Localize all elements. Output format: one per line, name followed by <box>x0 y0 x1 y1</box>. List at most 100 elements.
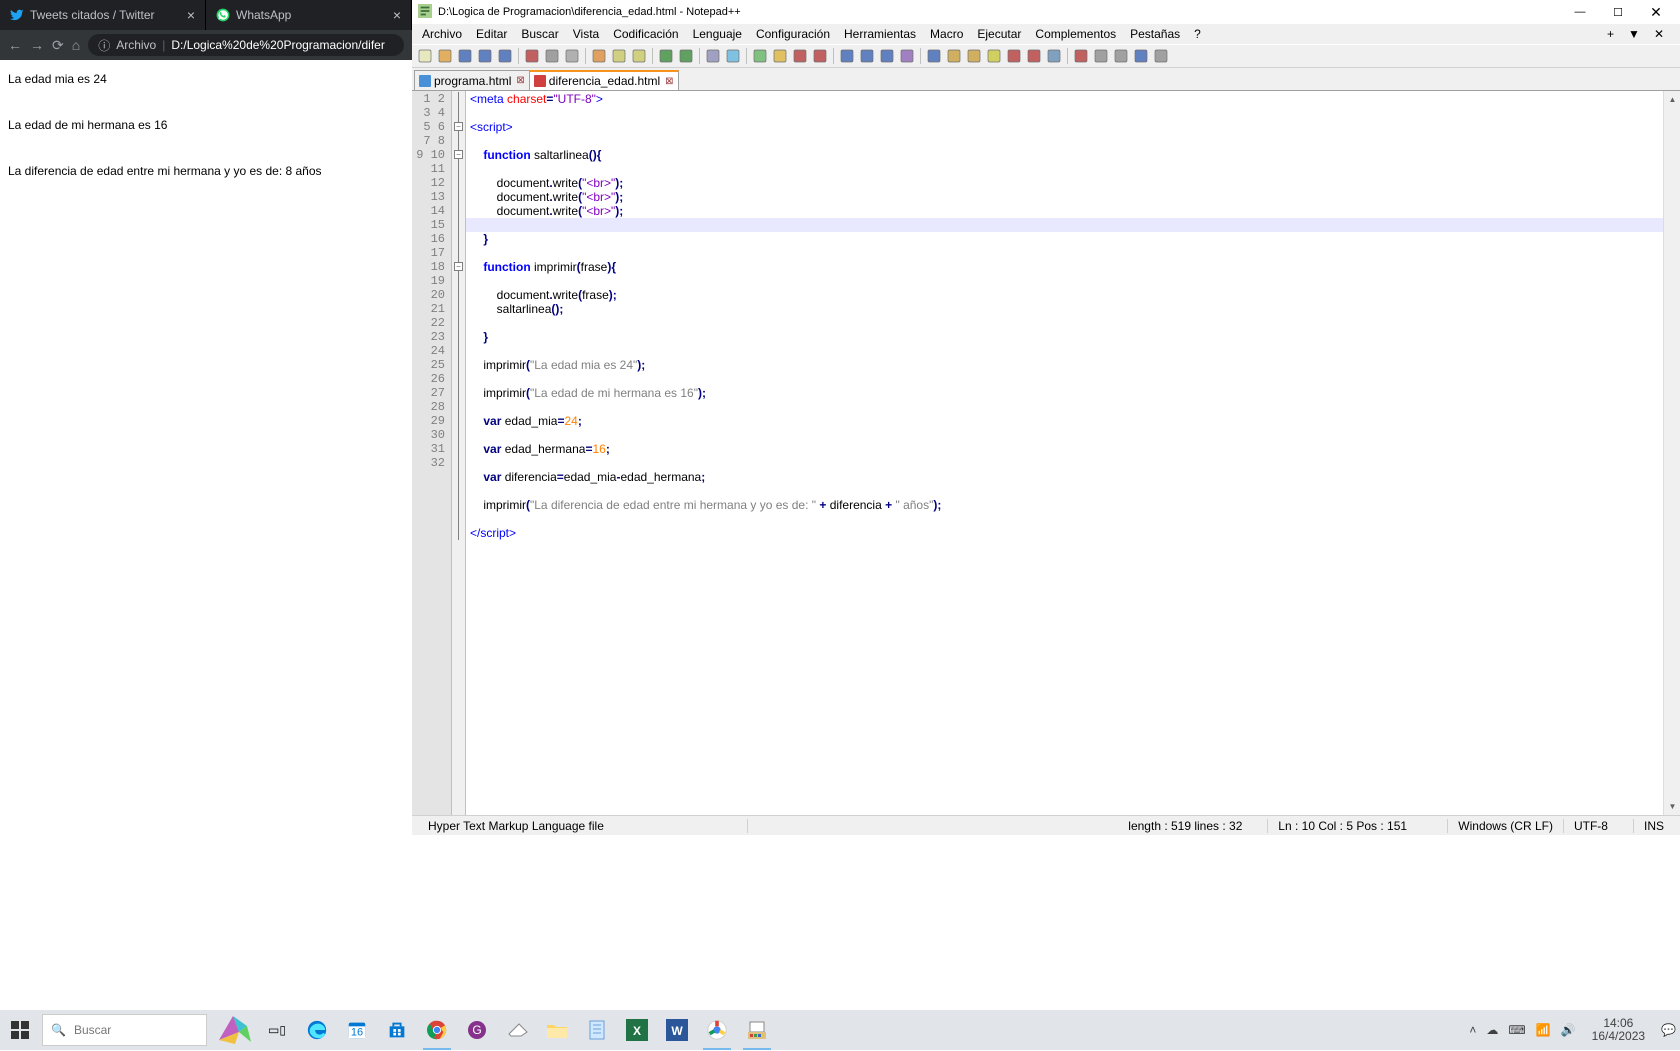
search-icon: 🔍 <box>51 1023 66 1037</box>
taskbar-edge[interactable] <box>297 1010 337 1050</box>
scroll-up-icon[interactable]: ▲ <box>1664 91 1680 108</box>
taskbar-eraser[interactable] <box>497 1010 537 1050</box>
toolbar-button[interactable] <box>677 47 695 65</box>
menu-editar[interactable]: Editar <box>470 26 513 42</box>
menu-complementos[interactable]: Complementos <box>1029 26 1122 42</box>
toolbar-button[interactable] <box>925 47 943 65</box>
toolbar-button[interactable] <box>1005 47 1023 65</box>
toolbar-button[interactable] <box>858 47 876 65</box>
code-area[interactable]: <meta charset="UTF-8"> <script> function… <box>466 91 1663 815</box>
taskbar-gog[interactable]: G <box>457 1010 497 1050</box>
toolbar-button[interactable] <box>811 47 829 65</box>
start-button[interactable] <box>0 1010 40 1050</box>
menu-ejecutar[interactable]: Ejecutar <box>971 26 1027 42</box>
forward-icon[interactable]: → <box>30 37 44 53</box>
address-bar[interactable]: ⓘ Archivo | D:/Logica%20de%20Programacio… <box>88 34 404 56</box>
menu-codificacion[interactable]: Codificación <box>607 26 684 42</box>
menu-archivo[interactable]: Archivo <box>416 26 468 42</box>
toolbar-button[interactable] <box>1152 47 1170 65</box>
taskbar-excel[interactable]: X <box>617 1010 657 1050</box>
toolbar-button[interactable] <box>898 47 916 65</box>
toolbar-button[interactable] <box>496 47 514 65</box>
task-view-icon[interactable]: ▭▯ <box>257 1010 297 1050</box>
tray-onedrive-icon[interactable]: ☁ <box>1486 1023 1498 1037</box>
toolbar-button[interactable] <box>771 47 789 65</box>
copilot-icon[interactable] <box>209 1012 257 1048</box>
toolbar-button[interactable] <box>630 47 648 65</box>
menu-macro[interactable]: Macro <box>924 26 969 42</box>
menu-lenguaje[interactable]: Lenguaje <box>687 26 748 42</box>
toolbar-button[interactable] <box>563 47 581 65</box>
tray-chevron-icon[interactable]: ˄ <box>1469 1023 1476 1037</box>
home-icon[interactable]: ⌂ <box>72 37 80 53</box>
menu-herramientas[interactable]: Herramientas <box>838 26 922 42</box>
close-button[interactable]: ✕ <box>1638 2 1674 22</box>
taskbar-notepad[interactable] <box>577 1010 617 1050</box>
toolbar-button[interactable] <box>704 47 722 65</box>
taskbar-chrome[interactable] <box>417 1010 457 1050</box>
menu-vista[interactable]: Vista <box>567 26 605 42</box>
tray-wifi-icon[interactable]: 📶 <box>1536 1023 1551 1037</box>
toolbar-button[interactable] <box>945 47 963 65</box>
taskbar-search[interactable]: 🔍 Buscar <box>42 1014 207 1046</box>
toolbar-button[interactable] <box>1025 47 1043 65</box>
menubar-close-icon[interactable]: ✕ <box>1648 26 1670 42</box>
menu-pestanas[interactable]: Pestañas <box>1124 26 1186 42</box>
toolbar-button[interactable] <box>543 47 561 65</box>
menu-configuracion[interactable]: Configuración <box>750 26 836 42</box>
toolbar-button[interactable] <box>416 47 434 65</box>
taskbar-paint[interactable] <box>737 1010 777 1050</box>
toolbar-button[interactable] <box>436 47 454 65</box>
toolbar-button[interactable] <box>985 47 1003 65</box>
toolbar-button[interactable] <box>1132 47 1150 65</box>
menu-help[interactable]: ? <box>1188 26 1207 42</box>
toolbar-button[interactable] <box>791 47 809 65</box>
toolbar-button[interactable] <box>878 47 896 65</box>
toolbar-button[interactable] <box>1072 47 1090 65</box>
tray-notifications-icon[interactable]: 💬 <box>1661 1023 1676 1037</box>
toolbar-button[interactable] <box>724 47 742 65</box>
reload-icon[interactable]: ⟳ <box>52 37 64 54</box>
toolbar-button[interactable] <box>838 47 856 65</box>
toolbar-button[interactable] <box>657 47 675 65</box>
toolbar-button[interactable] <box>1092 47 1110 65</box>
maximize-button[interactable]: ☐ <box>1600 2 1636 22</box>
menu-buscar[interactable]: Buscar <box>515 26 564 42</box>
back-icon[interactable]: ← <box>8 37 22 53</box>
status-eol: Windows (CR LF) <box>1448 819 1564 833</box>
taskbar-chrome-2[interactable] <box>697 1010 737 1050</box>
browser-tab-label: WhatsApp <box>236 8 291 22</box>
menubar-plus-icon[interactable]: + <box>1601 26 1620 42</box>
vertical-scrollbar[interactable]: ▲ ▼ <box>1663 91 1680 815</box>
browser-tab-whatsapp[interactable]: WhatsApp × <box>206 0 412 30</box>
system-tray: ˄ ☁ ⌨ 📶 🔊 14:06 16/4/2023 💬 <box>1465 1017 1680 1043</box>
browser-tab-twitter[interactable]: Tweets citados / Twitter × <box>0 0 206 30</box>
app-icon <box>418 4 432 21</box>
taskbar-explorer[interactable] <box>537 1010 577 1050</box>
taskbar-word[interactable]: W <box>657 1010 697 1050</box>
file-tab-programa[interactable]: programa.html ⊠ <box>414 70 530 90</box>
toolbar-button[interactable] <box>476 47 494 65</box>
toolbar-button[interactable] <box>1045 47 1063 65</box>
fold-margin[interactable]: −−− <box>452 91 466 815</box>
toolbar-button[interactable] <box>751 47 769 65</box>
file-tab-diferencia[interactable]: diferencia_edad.html ⊠ <box>529 70 679 90</box>
toolbar-button[interactable] <box>610 47 628 65</box>
menubar-down-icon[interactable]: ▼ <box>1622 26 1646 42</box>
close-icon[interactable]: × <box>187 7 195 23</box>
toolbar-button[interactable] <box>965 47 983 65</box>
taskbar-store[interactable] <box>377 1010 417 1050</box>
tray-clock[interactable]: 14:06 16/4/2023 <box>1586 1017 1651 1043</box>
tray-keyboard-icon[interactable]: ⌨ <box>1508 1023 1525 1037</box>
toolbar-button[interactable] <box>456 47 474 65</box>
tray-volume-icon[interactable]: 🔊 <box>1561 1023 1576 1037</box>
close-tab-icon[interactable]: ⊠ <box>665 76 673 87</box>
close-tab-icon[interactable]: ⊠ <box>516 75 524 86</box>
minimize-button[interactable]: — <box>1562 2 1598 22</box>
toolbar-button[interactable] <box>1112 47 1130 65</box>
close-icon[interactable]: × <box>393 7 401 23</box>
taskbar-calendar[interactable]: 16 <box>337 1010 377 1050</box>
scroll-down-icon[interactable]: ▼ <box>1664 798 1680 815</box>
toolbar-button[interactable] <box>523 47 541 65</box>
toolbar-button[interactable] <box>590 47 608 65</box>
